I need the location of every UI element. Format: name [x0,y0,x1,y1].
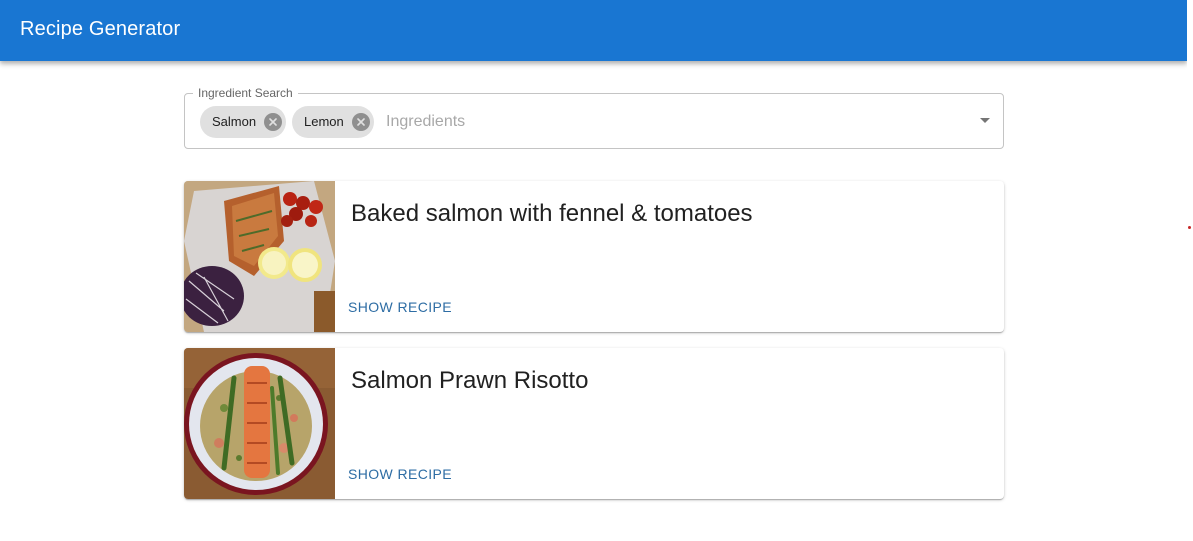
stray-dot [1188,226,1191,229]
search-input[interactable]: Ingredients [386,113,465,131]
chip-label: Lemon [304,114,344,129]
recipe-title: Salmon Prawn Risotto [351,367,589,394]
recipe-image [184,181,335,332]
recipe-card: Salmon Prawn Risotto SHOW RECIPE [184,348,1004,499]
recipe-title: Baked salmon with fennel & tomatoes [351,200,753,227]
ingredient-search-label: Ingredient Search [193,86,298,100]
scroll-strip [1187,0,1193,541]
chip-label: Salmon [212,114,257,129]
recipe-image [184,348,335,499]
app-bar: Recipe Generator [0,0,1187,61]
recipe-card: Baked salmon with fennel & tomatoes SHOW… [184,181,1004,332]
app-title: Recipe Generator [20,18,181,40]
ingredient-search-field[interactable]: Ingredient Search Salmon Lemon Ingredien… [184,86,1004,149]
chip-salmon[interactable]: Salmon [200,106,287,138]
cancel-icon[interactable] [264,113,283,131]
arrow-drop-down-icon[interactable] [979,116,991,124]
show-recipe-button[interactable]: SHOW RECIPE [348,466,452,482]
cancel-icon[interactable] [351,113,370,131]
show-recipe-button[interactable]: SHOW RECIPE [348,299,452,315]
chip-lemon[interactable]: Lemon [292,106,374,138]
